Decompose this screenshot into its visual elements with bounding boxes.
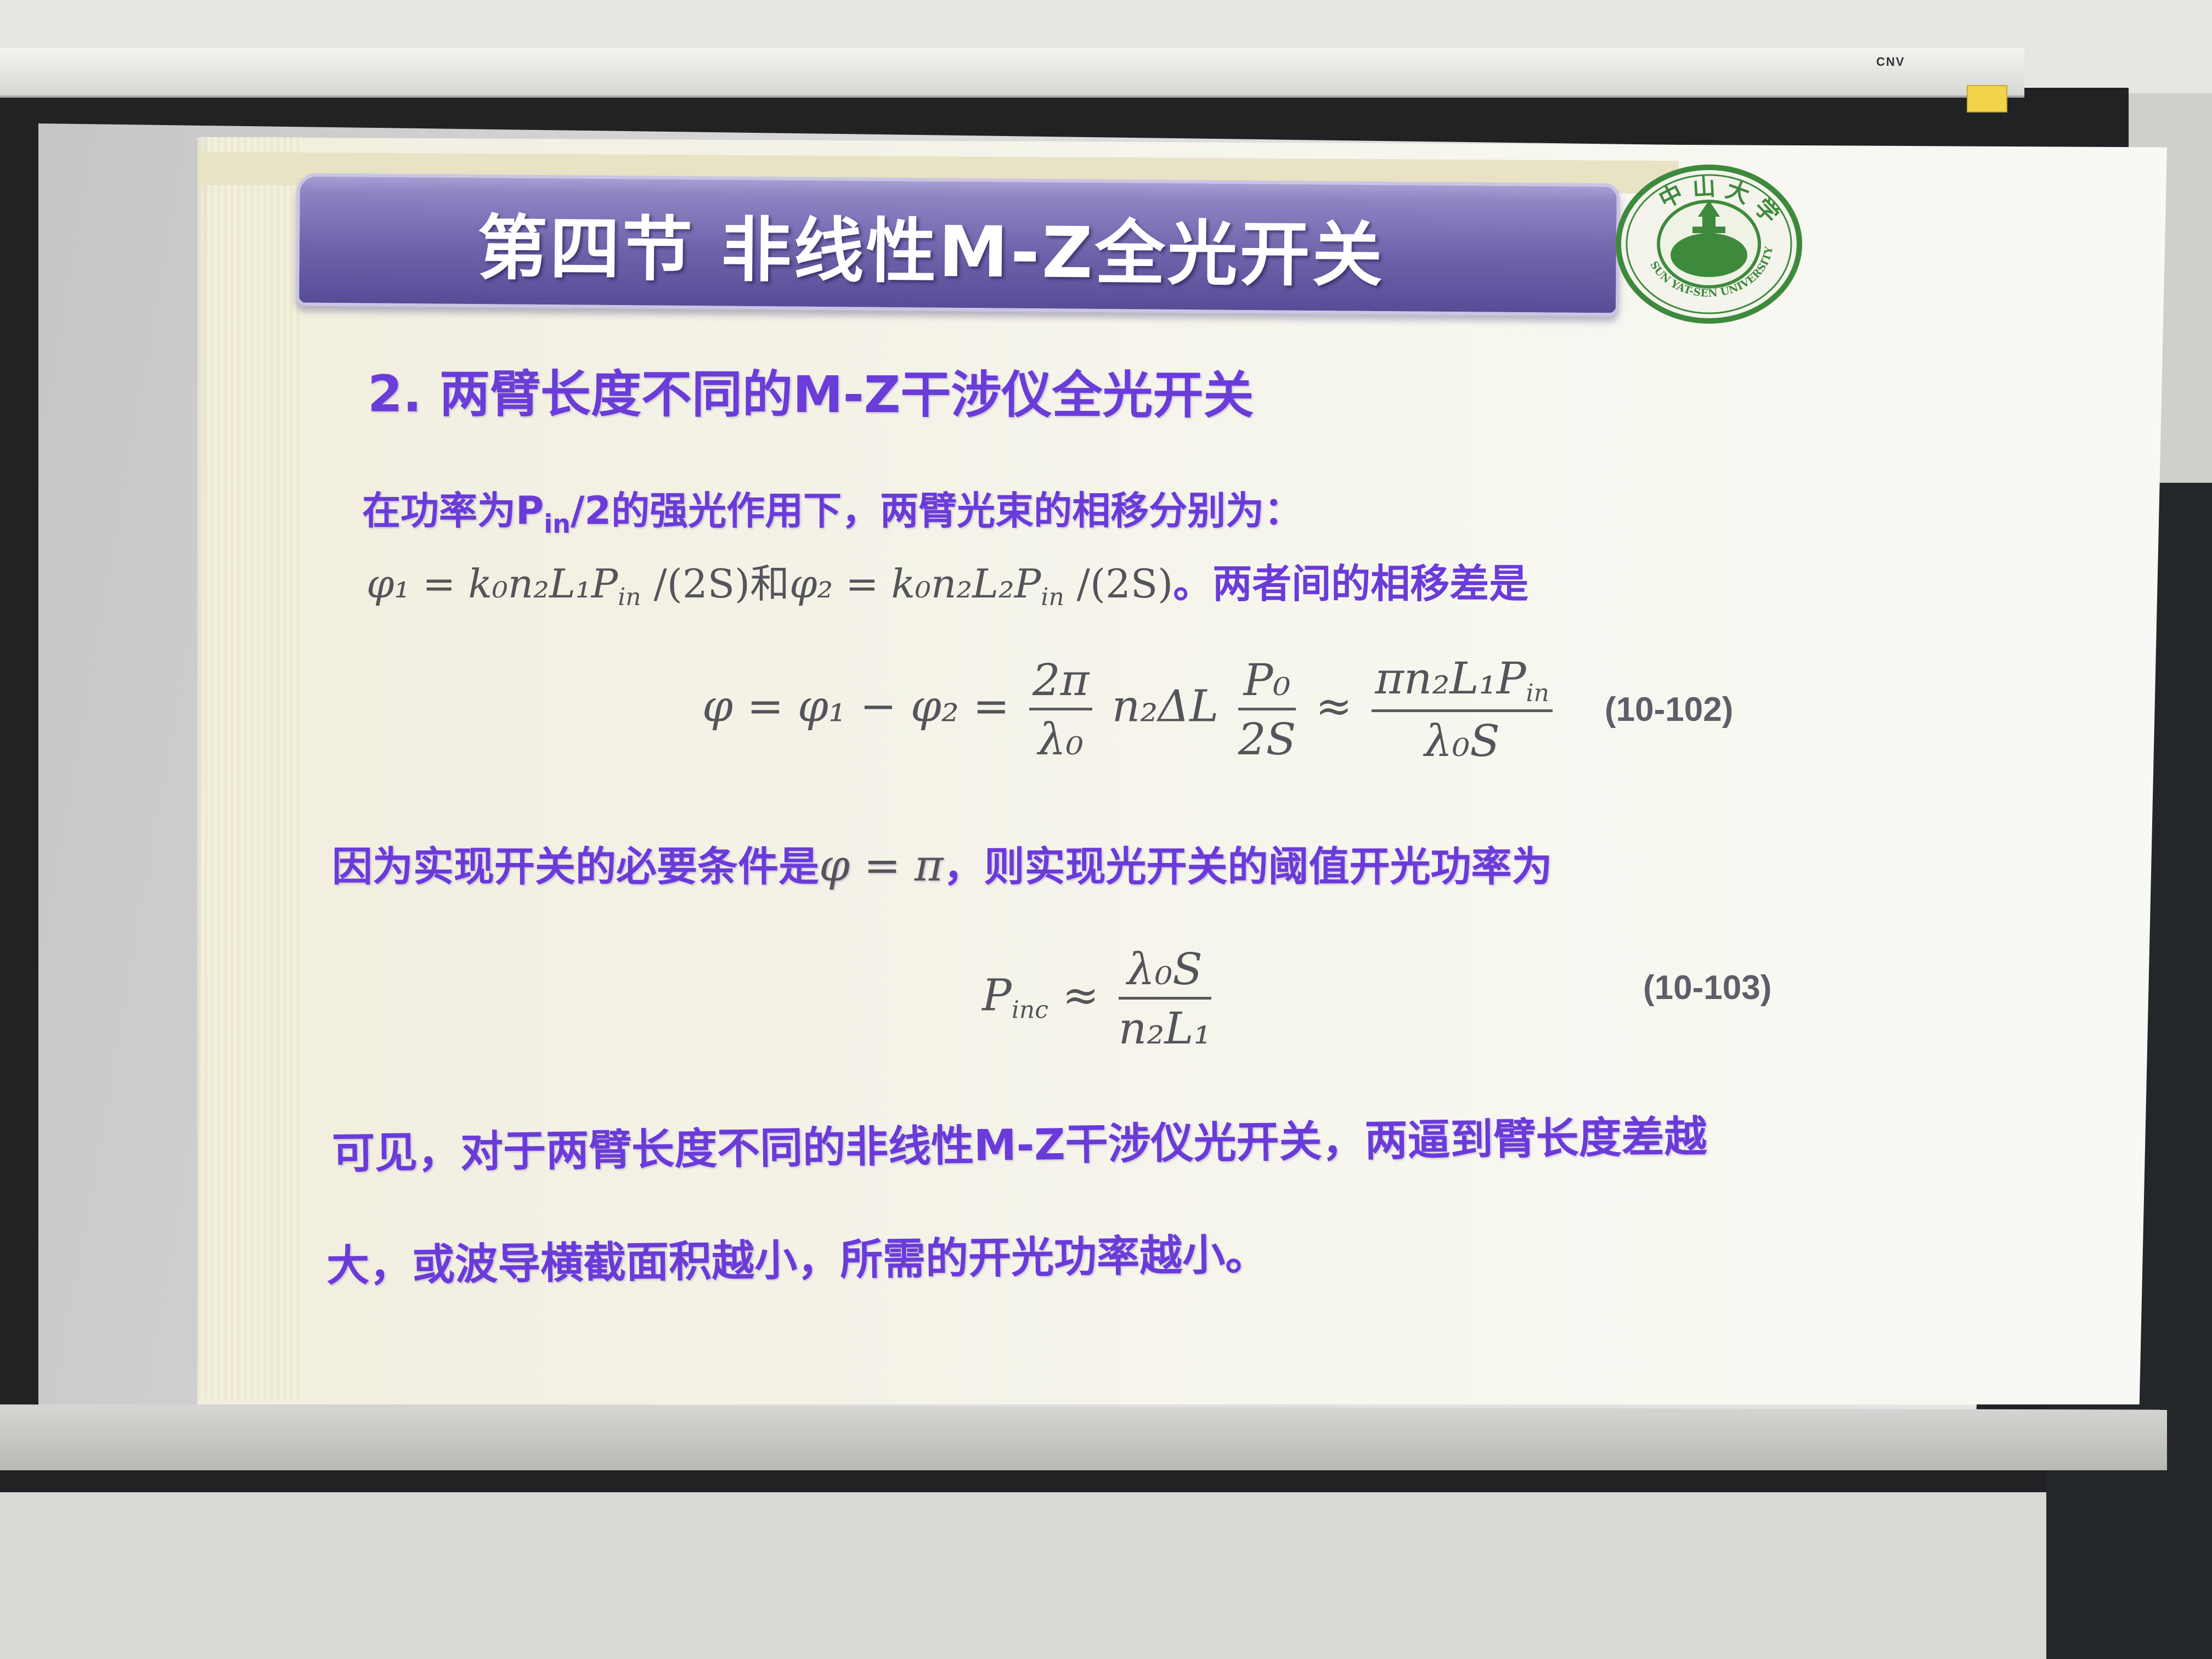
eq1-frac2-numerator: P₀: [1238, 654, 1296, 710]
projector-sticker: [1967, 85, 2007, 112]
eq1-fraction-result: πn₂L₁Pin λ₀S: [1372, 653, 1553, 766]
phase-def-2-subscript: in: [1041, 583, 1064, 611]
eq2-fraction: λ₀S n₂L₁: [1118, 944, 1211, 1054]
screen-bottom-bar: [0, 1404, 2167, 1470]
intro-text-after: /2的强光作用下，两臂光束的相移分别为：: [570, 488, 1303, 533]
eq2-lhs-subscript: inc: [1011, 996, 1048, 1024]
condition-before: 因为实现开关的必要条件是: [332, 843, 819, 890]
conclusion-line-2: 大，或波导横截面积越小，所需的开光功率越小。: [326, 1230, 1268, 1291]
projector-screen-case: [0, 48, 2024, 98]
projector-brand-label: CNV: [1876, 55, 1905, 69]
university-logo-seal: 中 山 大 学 SUN YAT-SEN UNIVERSITY: [1616, 165, 1802, 324]
section-subheading: 2. 两臂长度不同的M-Z干涉仪全光开关: [367, 364, 1254, 425]
phase-def-2-end: /(2S): [1064, 561, 1173, 607]
equation-10-103: Pinc ≈ λ₀S n₂L₁: [982, 944, 1217, 1054]
eq1-frac3-denominator: λ₀S: [1424, 715, 1500, 766]
phase-def-2: φ₂ = k₀n₂L₂P: [789, 561, 1041, 607]
eq2-denominator: n₂L₁: [1118, 1003, 1211, 1054]
eq1-lhs: φ = φ₁ − φ₂ =: [702, 680, 1010, 732]
eq1-fraction-p0-2s: P₀ 2S: [1238, 654, 1296, 765]
eq2-lhs: P: [982, 969, 1012, 1021]
condition-text: 因为实现开关的必要条件是φ = π，则实现光开关的阈值开光功率为: [332, 834, 1552, 893]
eq1-fraction-2pi-lambda: 2π λ₀: [1029, 654, 1093, 765]
eq1-approx-sign: ≈: [1315, 680, 1352, 732]
eq1-frac3-numerator-main: πn₂L₁P: [1375, 653, 1526, 704]
equation-number-10-103: (10-103): [1643, 969, 1772, 1007]
condition-math: φ = π: [819, 840, 944, 891]
equation-number-10-102: (10-102): [1605, 691, 1734, 729]
phase-diff-intro: 。两者间的相移差是: [1173, 561, 1529, 607]
eq1-frac3-numerator-subscript: in: [1526, 679, 1549, 707]
phase-def-conjunction: 和: [750, 561, 790, 607]
eq1-middle-term: n₂ΔL: [1111, 680, 1219, 732]
phase-def-1-end: /(2S): [641, 561, 751, 607]
phase-def-1: φ₁ = k₀n₂L₁P: [366, 561, 618, 607]
slide-left-band: [198, 137, 302, 1399]
eq1-frac1-numerator: 2π: [1029, 654, 1093, 710]
condition-after: ，则实现光开关的阈值开光功率为: [943, 843, 1553, 890]
intro-text-subscript: in: [544, 509, 571, 539]
eq2-approx-sign: ≈: [1062, 969, 1099, 1021]
eq1-frac1-denominator: λ₀: [1038, 714, 1084, 765]
slide-title: 第四节 非线性M-Z全光开关: [477, 207, 1385, 297]
phase-definitions: φ₁ = k₀n₂L₁Pin /(2S)和φ₂ = k₀n₂L₂Pin /(2S…: [366, 551, 1528, 611]
equation-10-102: φ = φ₁ − φ₂ = 2π λ₀ n₂ΔL P₀ 2S ≈ πn₂L₁Pin λ…: [702, 653, 1553, 779]
eq1-frac3-numerator: πn₂L₁Pin: [1372, 653, 1553, 712]
phase-def-1-subscript: in: [618, 583, 641, 611]
eq2-numerator: λ₀S: [1118, 944, 1211, 1000]
eq1-frac2-denominator: 2S: [1238, 714, 1296, 765]
intro-text-before: 在功率为P: [362, 488, 544, 533]
intro-text: 在功率为Pin/2的强光作用下，两臂光束的相移分别为：: [362, 480, 1302, 539]
